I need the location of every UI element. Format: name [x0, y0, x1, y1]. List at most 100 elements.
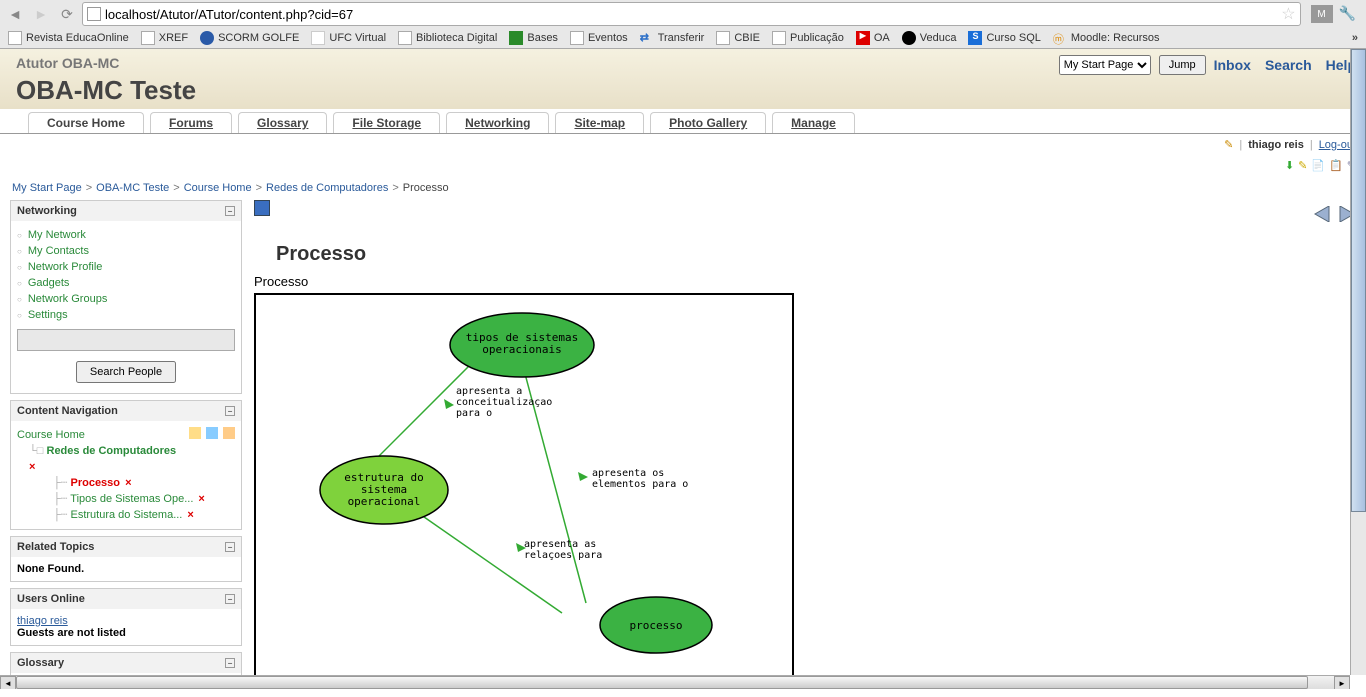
svg-text:relaçoes para: relaçoes para	[524, 550, 602, 561]
breadcrumb: My Start Page>OBA-MC Teste>Course Home>R…	[0, 176, 1366, 200]
tab-glossary[interactable]: Glossary	[238, 112, 327, 133]
networking-link[interactable]: Settings	[28, 309, 68, 321]
bookmark-item[interactable]: UFC Virtual	[311, 31, 386, 45]
page-icon	[8, 31, 22, 45]
url-input[interactable]	[105, 7, 1281, 22]
networking-link[interactable]: Gadgets	[28, 277, 70, 289]
search-people-button[interactable]: Search People	[76, 361, 176, 383]
tab-site-map[interactable]: Site-map	[555, 112, 644, 133]
bookmarks-overflow[interactable]: »	[1352, 32, 1358, 44]
bookmark-item[interactable]: SCurso SQL	[968, 31, 1040, 45]
green-icon	[509, 31, 523, 45]
breadcrumb-link[interactable]: OBA-MC Teste	[96, 182, 169, 194]
scroll-left-icon[interactable]: ◄	[0, 676, 16, 689]
networking-link[interactable]: Network Profile	[28, 261, 103, 273]
bookmark-item[interactable]: ⇄Transferir	[640, 31, 705, 45]
collapse-icon[interactable]: −	[225, 542, 235, 552]
page-heading: Processo	[276, 243, 1356, 266]
concept-diagram: tipos de sistemas operacionais estrutura…	[254, 293, 794, 689]
bookmark-item[interactable]: CBIE	[716, 31, 760, 45]
tab-photo-gallery[interactable]: Photo Gallery	[650, 112, 766, 133]
bookmark-item[interactable]: Bases	[509, 31, 558, 45]
url-bar[interactable]: ☆	[82, 2, 1301, 26]
tab-networking[interactable]: Networking	[446, 112, 549, 133]
tab-course-home[interactable]: Course Home	[28, 112, 144, 133]
scroll-right-icon[interactable]: ►	[1334, 676, 1350, 689]
breadcrumb-current: Processo	[403, 182, 449, 194]
delete-icon[interactable]: ×	[184, 509, 193, 521]
tree-item[interactable]: Redes de Computadores	[47, 445, 177, 457]
networking-link[interactable]: My Contacts	[28, 245, 89, 257]
bookmark-item[interactable]: Eventos	[570, 31, 628, 45]
delete-icon[interactable]: ×	[122, 477, 131, 489]
wrench-icon[interactable]: 🔧	[1339, 5, 1356, 23]
tab-file-storage[interactable]: File Storage	[333, 112, 440, 133]
back-button[interactable]: ◄	[4, 3, 26, 25]
collapse-icon[interactable]: −	[225, 658, 235, 668]
page-icon	[716, 31, 730, 45]
online-user[interactable]: thiago reis	[17, 615, 68, 627]
action-icon-4[interactable]: 📋	[1329, 159, 1343, 172]
book-icon[interactable]	[254, 200, 270, 216]
tree-course-home[interactable]: Course Home	[17, 429, 85, 441]
bookmark-item[interactable]: Biblioteca Digital	[398, 31, 497, 45]
page-subtitle: Processo	[254, 274, 1356, 289]
moodle-icon: ⓜ	[1053, 31, 1067, 45]
tree-item[interactable]: Tipos de Sistemas Ope...	[70, 493, 193, 505]
panel-title-users: Users Online	[17, 593, 85, 605]
forward-button[interactable]: ►	[30, 3, 52, 25]
page-icon	[772, 31, 786, 45]
action-icon-1[interactable]: ⬇	[1285, 159, 1294, 172]
bookmark-item[interactable]: Publicação	[772, 31, 844, 45]
page-icon	[398, 31, 412, 45]
start-page-select[interactable]: My Start Page	[1059, 55, 1151, 75]
panel-title-networking: Networking	[17, 205, 77, 217]
bookmark-item[interactable]: Veduca	[902, 31, 957, 45]
networking-link[interactable]: Network Groups	[28, 293, 107, 305]
breadcrumb-link[interactable]: Redes de Computadores	[266, 182, 388, 194]
tree-item[interactable]: Estrutura do Sistema...	[70, 509, 182, 521]
gmail-icon[interactable]: M	[1311, 5, 1333, 23]
sql-icon: S	[968, 31, 982, 45]
bookmark-star-icon[interactable]: ☆	[1281, 4, 1295, 24]
breadcrumb-link[interactable]: My Start Page	[12, 182, 82, 194]
collapse-icon[interactable]: −	[225, 206, 235, 216]
svg-text:apresenta a: apresenta a	[456, 386, 522, 397]
bookmark-item[interactable]: SCORM GOLFE	[200, 31, 299, 45]
tree-tool-1[interactable]	[189, 427, 201, 439]
veduca-icon	[902, 31, 916, 45]
breadcrumb-link[interactable]: Course Home	[184, 182, 252, 194]
search-link[interactable]: Search	[1265, 57, 1312, 73]
action-icon-2[interactable]: ✎	[1298, 159, 1307, 172]
tab-forums[interactable]: Forums	[150, 112, 232, 133]
page-icon	[87, 7, 101, 21]
tree-tool-3[interactable]	[223, 427, 235, 439]
svg-text:operacionais: operacionais	[482, 343, 561, 356]
horizontal-scrollbar[interactable]: ◄ ►	[0, 675, 1350, 689]
panel-title-content-nav: Content Navigation	[17, 405, 118, 417]
jump-button[interactable]: Jump	[1159, 55, 1206, 75]
inbox-link[interactable]: Inbox	[1214, 57, 1251, 73]
panel-title-related: Related Topics	[17, 541, 94, 553]
bookmark-item[interactable]: XREF	[141, 31, 188, 45]
tree-item[interactable]: Processo	[70, 477, 120, 489]
networking-link[interactable]: My Network	[28, 229, 86, 241]
pencil-icon[interactable]: ✎	[1224, 138, 1233, 151]
collapse-icon[interactable]: −	[225, 594, 235, 604]
bookmark-item[interactable]: Revista EducaOnline	[8, 31, 129, 45]
delete-icon[interactable]: ×	[195, 493, 204, 505]
prev-page-arrow[interactable]	[1313, 206, 1333, 222]
search-people-input[interactable]	[17, 329, 235, 351]
reload-button[interactable]: ⟳	[56, 3, 78, 25]
collapse-icon[interactable]: −	[225, 406, 235, 416]
tab-manage[interactable]: Manage	[772, 112, 855, 133]
guests-text: Guests are not listed	[17, 627, 126, 639]
bookmark-item[interactable]: ⓜMoodle: Recursos	[1053, 31, 1160, 45]
tree-tool-2[interactable]	[206, 427, 218, 439]
delete-icon[interactable]: ×	[29, 461, 35, 473]
bookmark-item[interactable]: ▶OA	[856, 31, 890, 45]
scorm-icon	[200, 31, 214, 45]
action-icon-3[interactable]: 📄	[1311, 159, 1325, 172]
svg-text:apresenta as: apresenta as	[524, 539, 596, 550]
vertical-scrollbar[interactable]	[1350, 49, 1366, 675]
